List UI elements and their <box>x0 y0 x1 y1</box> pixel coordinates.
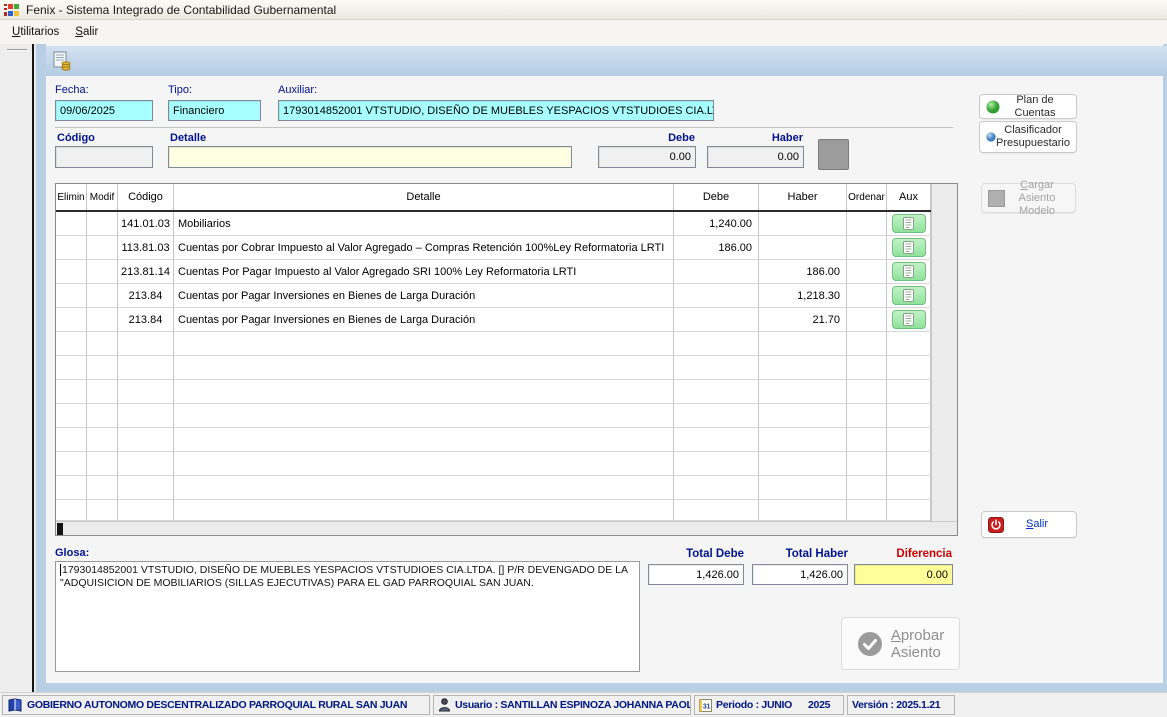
window-title: Fenix - Sistema Integrado de Contabilida… <box>26 3 336 17</box>
header-debe: Debe <box>674 184 759 210</box>
power-icon <box>988 517 1004 533</box>
aux-document-icon <box>903 265 914 278</box>
blue-sphere-icon <box>986 130 996 144</box>
fecha-label: Fecha: <box>55 84 89 96</box>
new-entry-button[interactable] <box>50 49 74 73</box>
horizontal-scroll-thumb[interactable] <box>57 523 63 536</box>
svg-text:31: 31 <box>703 703 711 710</box>
total-haber-label: Total Haber <box>752 548 848 560</box>
user-icon <box>438 698 451 712</box>
app-window-icon <box>4 2 20 18</box>
table-row[interactable]: 113.81.03 Cuentas por Cobrar Impuesto al… <box>56 236 931 260</box>
diferencia-label: Diferencia <box>856 548 952 560</box>
tipo-input[interactable]: Financiero <box>168 100 261 121</box>
header-aux: Aux <box>887 184 931 210</box>
table-row-empty <box>56 476 931 500</box>
table-vertical-scrollbar[interactable] <box>931 184 958 521</box>
frame-bottom-strip <box>36 683 1167 692</box>
glosa-textarea[interactable]: 1793014852001 VTSTUDIO, DISEÑO DE MUEBLE… <box>55 561 640 672</box>
table-row[interactable]: 213.84 Cuentas por Pagar Inversiones en … <box>56 308 931 332</box>
salir-button[interactable]: Salir <box>981 511 1077 538</box>
aux-button[interactable] <box>892 238 926 257</box>
text-caret <box>60 564 61 576</box>
header-ordenar: Ordenar <box>847 184 887 210</box>
total-haber-field: 1,426.00 <box>752 564 848 585</box>
fecha-input[interactable]: 09/06/2025 <box>55 100 153 121</box>
glosa-label: Glosa: <box>55 547 89 559</box>
gray-square-icon <box>988 190 1005 207</box>
header-modif: Modif <box>87 184 118 210</box>
total-debe-field: 1,426.00 <box>648 564 744 585</box>
table-row-empty <box>56 332 931 356</box>
menu-salir[interactable]: Salir <box>67 22 106 42</box>
calendar-icon: 31 <box>699 699 712 712</box>
table-horizontal-scrollbar[interactable] <box>56 521 958 536</box>
left-collapsed-panel[interactable] <box>0 44 34 692</box>
title-bar: Fenix - Sistema Integrado de Contabilida… <box>0 0 1167 20</box>
total-debe-label: Total Debe <box>648 548 744 560</box>
form-separator <box>55 127 953 128</box>
cargar-asiento-modelo-button[interactable]: Cargar Asiento Modelo <box>981 183 1076 213</box>
aux-button[interactable] <box>892 262 926 281</box>
book-icon <box>7 698 23 712</box>
entry-codigo-input[interactable] <box>55 146 153 168</box>
aux-button[interactable] <box>892 214 926 233</box>
aux-button[interactable] <box>892 310 926 329</box>
status-user: Usuario : SANTILLAN ESPINOZA JOHANNA PAO… <box>433 695 691 715</box>
entry-detalle-label: Detalle <box>170 132 206 144</box>
entry-haber-input[interactable]: 0.00 <box>707 146 804 168</box>
auxiliar-label: Auxiliar: <box>278 84 317 96</box>
header-detalle: Detalle <box>174 184 674 210</box>
frame-left-strip <box>36 44 46 692</box>
diferencia-field: 0.00 <box>854 564 953 585</box>
table-row[interactable]: 213.81.14 Cuentas Por Pagar Impuesto al … <box>56 260 931 284</box>
menu-utilitarios[interactable]: Utilitarios <box>4 22 67 42</box>
status-version: Versión : 2025.1.21 <box>847 695 955 715</box>
check-circle-icon <box>857 631 883 657</box>
status-bar: GOBIERNO AUTONOMO DESCENTRALIZADO PARROQ… <box>0 692 1167 717</box>
table-header-row: Elimin Modif Código Detalle Debe Haber O… <box>56 184 931 212</box>
aprobar-asiento-button[interactable]: Aprobar Asiento <box>841 617 960 670</box>
application-window: Fenix - Sistema Integrado de Contabilida… <box>0 0 1167 717</box>
entry-action-button[interactable] <box>818 139 849 170</box>
panel-grip-handle[interactable] <box>7 49 27 51</box>
entry-detalle-input[interactable] <box>168 146 572 168</box>
table-row-empty <box>56 500 931 521</box>
table-row-empty <box>56 404 931 428</box>
status-entity: GOBIERNO AUTONOMO DESCENTRALIZADO PARROQ… <box>2 695 430 715</box>
table-row-empty <box>56 380 931 404</box>
entry-debe-input[interactable]: 0.00 <box>598 146 696 168</box>
frame-right-strip <box>1163 44 1167 692</box>
plan-de-cuentas-button[interactable]: Plan de Cuentas <box>979 94 1077 119</box>
header-haber: Haber <box>759 184 847 210</box>
table-row[interactable]: 141.01.03 Mobiliarios 1,240.00 <box>56 212 931 236</box>
status-period: 31 Periodo : JUNIO 2025 <box>694 695 844 715</box>
header-codigo: Código <box>118 184 174 210</box>
table-row[interactable]: 213.84 Cuentas por Pagar Inversiones en … <box>56 284 931 308</box>
aux-document-icon <box>903 241 914 254</box>
document-coins-icon <box>52 51 72 71</box>
aux-document-icon <box>903 289 914 302</box>
toolbar <box>46 46 1167 76</box>
entry-haber-label: Haber <box>707 132 803 144</box>
table-row-empty <box>56 428 931 452</box>
header-elimin: Elimin <box>56 184 87 210</box>
aux-document-icon <box>903 217 914 230</box>
aux-button[interactable] <box>892 286 926 305</box>
table-row-empty <box>56 452 931 476</box>
table-row-empty <box>56 356 931 380</box>
auxiliar-input[interactable]: 1793014852001 VTSTUDIO, DISEÑO DE MUEBLE… <box>278 100 714 121</box>
entry-codigo-label: Código <box>57 132 95 144</box>
aux-document-icon <box>903 313 914 326</box>
entry-debe-label: Debe <box>598 132 695 144</box>
menu-bar: Utilitarios Salir <box>0 20 1167 44</box>
entries-table: Elimin Modif Código Detalle Debe Haber O… <box>55 183 958 536</box>
clasificador-presupuestario-button[interactable]: Clasificador Presupuestario <box>979 121 1077 153</box>
green-sphere-icon <box>986 100 1000 114</box>
tipo-label: Tipo: <box>168 84 192 96</box>
